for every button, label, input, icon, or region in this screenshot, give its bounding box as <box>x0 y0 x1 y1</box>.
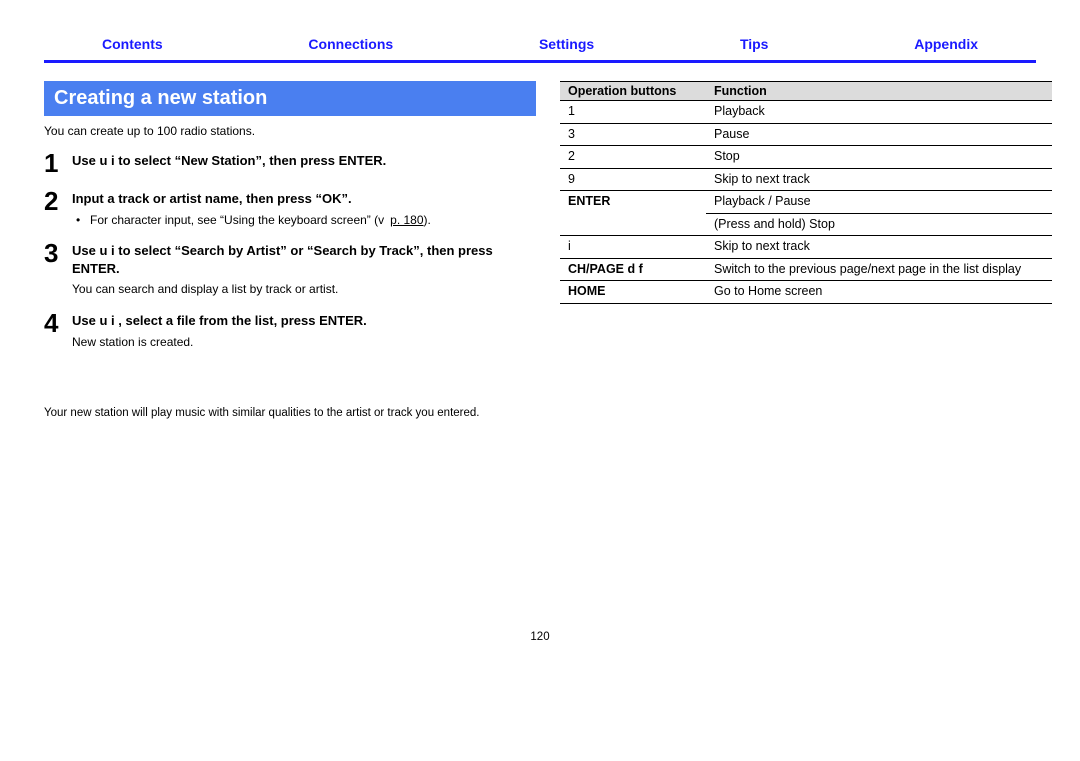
cell-function: Stop <box>706 146 1052 169</box>
step-1-number: 1 <box>44 148 72 176</box>
cell-function: (Press and hold) Stop <box>706 213 1052 236</box>
table-row: 3 Pause <box>560 123 1052 146</box>
step-4: 4 Use u i , select a file from the list,… <box>44 308 536 350</box>
cell-button: 3 <box>560 123 706 146</box>
step-2-bullet: • For character input, see “Using the ke… <box>76 212 536 229</box>
keyboard-screen-page-link[interactable]: p. 180 <box>390 213 423 227</box>
nav-connections[interactable]: Connections <box>308 36 393 52</box>
table-row: 9 Skip to next track <box>560 168 1052 191</box>
cell-function: Go to Home screen <box>706 281 1052 304</box>
nav-contents[interactable]: Contents <box>102 36 163 52</box>
bullet-dot-icon: • <box>76 212 90 229</box>
table-row: ENTER Playback / Pause <box>560 191 1052 214</box>
right-column: Operation buttons Function 1 Playback 3 … <box>560 81 1052 304</box>
step-3: 3 Use u i to select “Search by Artist” o… <box>44 238 536 298</box>
cell-function: Switch to the previous page/next page in… <box>706 258 1052 281</box>
table-row: i Skip to next track <box>560 236 1052 259</box>
left-column: Creating a new station You can create up… <box>44 81 536 421</box>
page-number: 120 <box>44 631 1036 643</box>
cell-button-home: HOME <box>560 281 706 304</box>
table-row: 2 Stop <box>560 146 1052 169</box>
table-row: 1 Playback <box>560 101 1052 124</box>
manual-page: Contents Connections Settings Tips Appen… <box>0 0 1080 663</box>
step-3-note: You can search and display a list by tra… <box>72 281 536 298</box>
step-2-bullet-text: For character input, see “Using the keyb… <box>90 212 431 229</box>
header-divider <box>44 60 1036 63</box>
step-4-number: 4 <box>44 308 72 336</box>
table-header-buttons: Operation buttons <box>560 82 706 101</box>
cell-function: Playback <box>706 101 1052 124</box>
step-2-number: 2 <box>44 186 72 214</box>
step-3-number: 3 <box>44 238 72 266</box>
step-1: 1 Use u i to select “New Station”, then … <box>44 148 536 176</box>
cell-button-chpage: CH/PAGE d f <box>560 258 706 281</box>
intro-text: You can create up to 100 radio stations. <box>44 124 536 138</box>
step-4-title: Use u i , select a file from the list, p… <box>72 312 536 330</box>
step-2-bullet-post: ). <box>424 213 431 227</box>
step-4-note: New station is created. <box>72 334 536 351</box>
cell-button-enter: ENTER <box>560 191 706 236</box>
top-nav: Contents Connections Settings Tips Appen… <box>44 36 1036 56</box>
step-3-title: Use u i to select “Search by Artist” or … <box>72 242 536 277</box>
cell-function: Pause <box>706 123 1052 146</box>
section-heading: Creating a new station <box>44 81 536 116</box>
footnote-text: Your new station will play music with si… <box>44 405 536 421</box>
step-1-title: Use u i to select “New Station”, then pr… <box>72 152 536 170</box>
table-header-function: Function <box>706 82 1052 101</box>
cell-function: Skip to next track <box>706 236 1052 259</box>
step-2-bullet-pre: For character input, see “Using the keyb… <box>90 213 390 227</box>
cell-function: Skip to next track <box>706 168 1052 191</box>
cell-button: 2 <box>560 146 706 169</box>
content-columns: Creating a new station You can create up… <box>44 81 1036 421</box>
operation-buttons-table: Operation buttons Function 1 Playback 3 … <box>560 81 1052 304</box>
nav-appendix[interactable]: Appendix <box>914 36 978 52</box>
step-2-title: Input a track or artist name, then press… <box>72 190 536 208</box>
table-row: HOME Go to Home screen <box>560 281 1052 304</box>
step-2: 2 Input a track or artist name, then pre… <box>44 186 536 228</box>
nav-tips[interactable]: Tips <box>740 36 769 52</box>
cell-button: 9 <box>560 168 706 191</box>
steps-list: 1 Use u i to select “New Station”, then … <box>44 148 536 351</box>
cell-function: Playback / Pause <box>706 191 1052 214</box>
cell-button: 1 <box>560 101 706 124</box>
cell-button: i <box>560 236 706 259</box>
nav-settings[interactable]: Settings <box>539 36 594 52</box>
table-row: CH/PAGE d f Switch to the previous page/… <box>560 258 1052 281</box>
